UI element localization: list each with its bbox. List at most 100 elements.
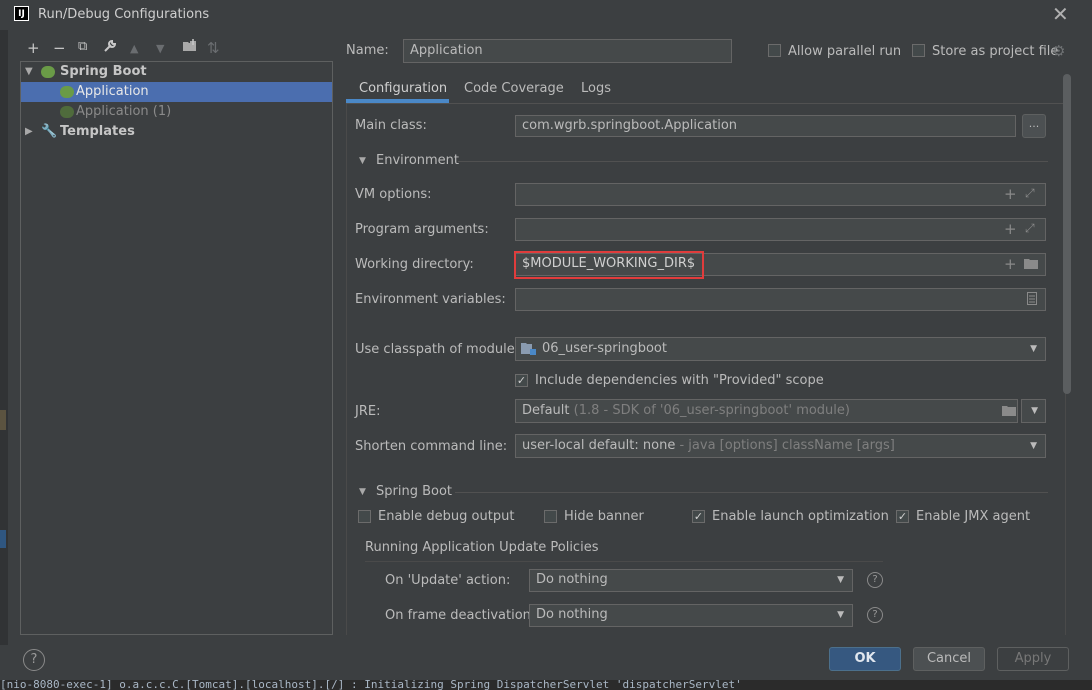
shorten-command-line-select[interactable]: user-local default: none - java [options… <box>515 434 1046 458</box>
jre-hint: (1.8 - SDK of '06_user-springboot' modul… <box>573 403 850 418</box>
classpath-module-value: 06_user-springboot <box>542 341 667 356</box>
help-button[interactable]: ? <box>23 649 45 671</box>
tree-node-spring-boot[interactable]: ▼ Spring Boot <box>21 62 332 82</box>
jre-dropdown-button[interactable]: ▼ <box>1021 399 1046 423</box>
hide-banner-checkbox[interactable] <box>544 510 557 523</box>
section-divider <box>365 561 883 562</box>
help-icon[interactable]: ? <box>867 607 883 623</box>
browse-main-class-button[interactable]: ... <box>1022 114 1046 138</box>
on-frame-label: On frame deactivation: <box>385 608 536 623</box>
launch-optimization-checkbox[interactable]: ✓ <box>692 510 705 523</box>
vm-options-label: VM options: <box>355 187 432 202</box>
program-arguments-input[interactable] <box>515 218 1046 241</box>
add-icon[interactable]: + <box>27 39 40 57</box>
jre-label: JRE: <box>355 404 381 419</box>
vm-options-input[interactable] <box>515 183 1046 206</box>
tab-logs[interactable]: Logs <box>581 81 611 96</box>
shorten-command-line-hint: - java [options] className [args] <box>679 438 895 453</box>
hide-banner-label: Hide banner <box>564 509 644 524</box>
shorten-command-line-label: Shorten command line: <box>355 439 508 454</box>
expand-arrow-icon[interactable]: ▼ <box>25 62 33 82</box>
scrollbar[interactable] <box>1063 74 1071 394</box>
on-update-value: Do nothing <box>536 572 608 587</box>
store-as-project-checkbox[interactable] <box>912 44 925 57</box>
spring-run-config-icon <box>60 86 74 98</box>
configurations-tree[interactable]: ▼ Spring Boot Application Application (1… <box>20 61 333 635</box>
close-icon[interactable]: ✕ <box>1052 2 1069 26</box>
enable-debug-label: Enable debug output <box>378 509 515 524</box>
include-dependencies-checkbox[interactable]: ✓ <box>515 374 528 387</box>
tab-configuration[interactable]: Configuration <box>359 81 447 96</box>
window-title: Run/Debug Configurations <box>38 7 210 22</box>
jre-input[interactable]: Default (1.8 - SDK of '06_user-springboo… <box>515 399 1018 423</box>
document-icon[interactable] <box>1027 292 1037 309</box>
apply-button[interactable]: Apply <box>997 647 1069 671</box>
chevron-down-icon: ▼ <box>1030 344 1037 354</box>
move-up-icon[interactable]: ▲ <box>130 42 138 55</box>
environment-section-title[interactable]: Environment <box>376 153 459 168</box>
name-input[interactable]: Application <box>403 39 732 63</box>
cancel-button[interactable]: Cancel <box>913 647 985 671</box>
tree-item-application-1[interactable]: Application (1) <box>21 102 332 122</box>
folder-icon[interactable] <box>1024 258 1039 274</box>
spring-run-config-icon <box>60 106 74 118</box>
help-icon[interactable]: ? <box>867 572 883 588</box>
chevron-down-icon: ▼ <box>1031 406 1038 416</box>
background-editor-edge <box>0 30 8 645</box>
background-console: [nio-8080-exec-1] o.a.c.c.C.[Tomcat].[lo… <box>0 680 1092 690</box>
on-update-label: On 'Update' action: <box>385 573 511 588</box>
chevron-down-icon: ▼ <box>837 575 844 585</box>
program-arguments-label: Program arguments: <box>355 222 489 237</box>
wrench-icon[interactable] <box>103 39 117 56</box>
move-down-icon[interactable]: ▼ <box>156 42 164 55</box>
remove-icon[interactable]: − <box>53 39 66 57</box>
enable-debug-checkbox[interactable] <box>358 510 371 523</box>
intellij-app-icon: IJ <box>14 6 29 21</box>
add-icon[interactable]: + <box>1004 220 1017 238</box>
on-update-select[interactable]: Do nothing ▼ <box>529 569 853 592</box>
working-directory-label: Working directory: <box>355 257 474 272</box>
gear-icon[interactable]: ⚙ <box>1052 42 1065 60</box>
spring-boot-icon <box>41 66 55 78</box>
launch-optimization-label: Enable launch optimization <box>712 509 889 524</box>
expand-arrow-icon[interactable]: ▼ <box>359 487 366 497</box>
on-frame-value: Do nothing <box>536 607 608 622</box>
add-icon[interactable]: + <box>1004 255 1017 273</box>
ok-button[interactable]: OK <box>829 647 901 671</box>
tree-label: Spring Boot <box>60 64 147 79</box>
expand-icon[interactable]: ⤢ <box>1025 221 1035 236</box>
chevron-down-icon: ▼ <box>1030 441 1037 451</box>
section-divider <box>458 161 1048 162</box>
main-class-input[interactable]: com.wgrb.springboot.Application <box>515 115 1016 137</box>
on-frame-select[interactable]: Do nothing ▼ <box>529 604 853 627</box>
allow-parallel-checkbox[interactable] <box>768 44 781 57</box>
collapse-arrow-icon[interactable]: ▶ <box>25 122 33 142</box>
update-policies-title: Running Application Update Policies <box>365 540 599 555</box>
expand-arrow-icon[interactable]: ▼ <box>359 156 366 166</box>
jre-value: Default <box>522 403 570 418</box>
new-folder-icon[interactable] <box>182 39 198 57</box>
add-icon[interactable]: + <box>1004 185 1017 203</box>
classpath-module-label: Use classpath of module: <box>355 342 520 357</box>
main-class-label: Main class: <box>355 118 427 133</box>
shorten-command-line-value: user-local default: none <box>522 438 676 453</box>
sort-icon[interactable]: ⇅ <box>207 39 220 57</box>
background-marker <box>0 530 6 548</box>
allow-parallel-label: Allow parallel run <box>788 44 902 59</box>
tree-item-application[interactable]: Application <box>21 82 332 102</box>
tab-code-coverage[interactable]: Code Coverage <box>464 81 564 96</box>
expand-icon[interactable]: ⤢ <box>1025 186 1035 201</box>
name-label: Name: <box>346 43 389 58</box>
wrench-icon: 🔧 <box>41 124 58 139</box>
module-folder-icon <box>521 342 536 359</box>
classpath-module-select[interactable]: 06_user-springboot ▼ <box>515 337 1046 361</box>
background-marker <box>0 410 6 430</box>
store-as-project-label: Store as project file <box>932 44 1059 59</box>
spring-boot-section-title[interactable]: Spring Boot <box>376 484 452 499</box>
environment-variables-label: Environment variables: <box>355 292 506 307</box>
folder-icon[interactable] <box>1002 405 1017 421</box>
jmx-agent-checkbox[interactable]: ✓ <box>896 510 909 523</box>
tree-node-templates[interactable]: ▶ 🔧 Templates <box>21 122 332 142</box>
copy-icon[interactable]: ⧉ <box>78 39 87 54</box>
environment-variables-input[interactable] <box>515 288 1046 311</box>
